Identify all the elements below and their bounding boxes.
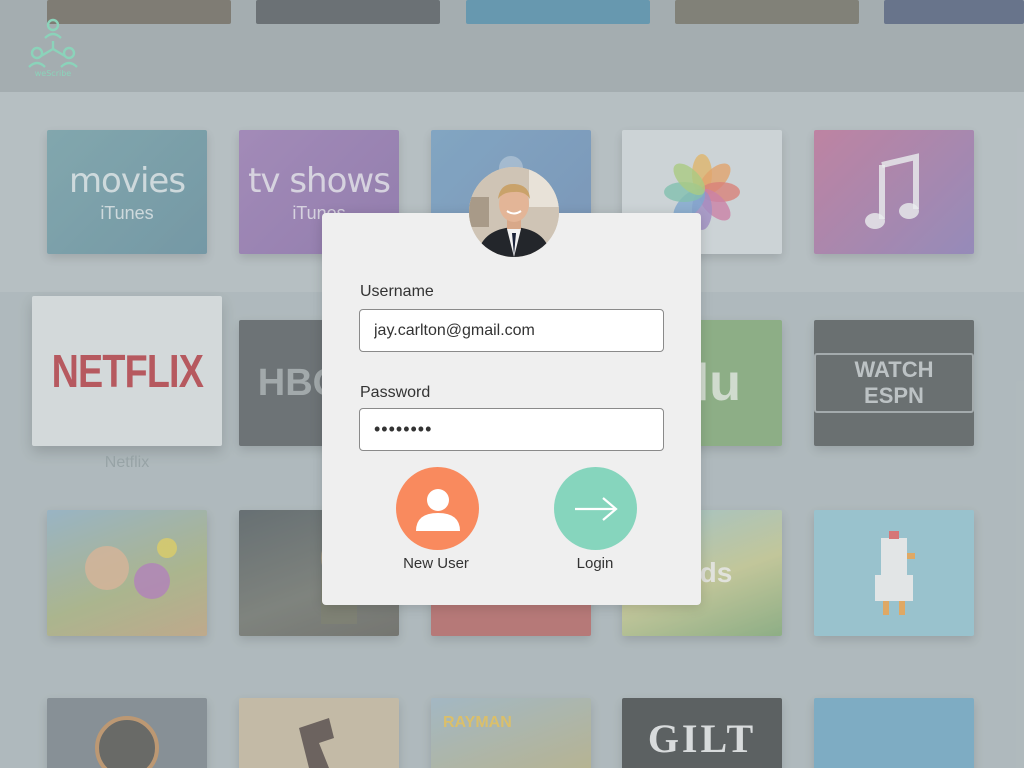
person-icon xyxy=(415,488,460,531)
username-input[interactable] xyxy=(359,309,664,352)
login-dialog: Username Password •••••••• New User Logi… xyxy=(322,213,701,605)
wescribe-logo-text: weScribe xyxy=(34,69,72,78)
password-label: Password xyxy=(360,384,431,401)
password-input[interactable]: •••••••• xyxy=(359,408,664,451)
login-label: Login xyxy=(576,555,614,572)
new-user-label: New User xyxy=(403,555,469,572)
user-photo xyxy=(469,167,559,257)
login-button[interactable] xyxy=(554,467,637,550)
username-label: Username xyxy=(360,283,434,300)
new-user-button[interactable] xyxy=(396,467,479,550)
avatar xyxy=(469,167,559,257)
arrow-right-icon xyxy=(574,496,618,521)
